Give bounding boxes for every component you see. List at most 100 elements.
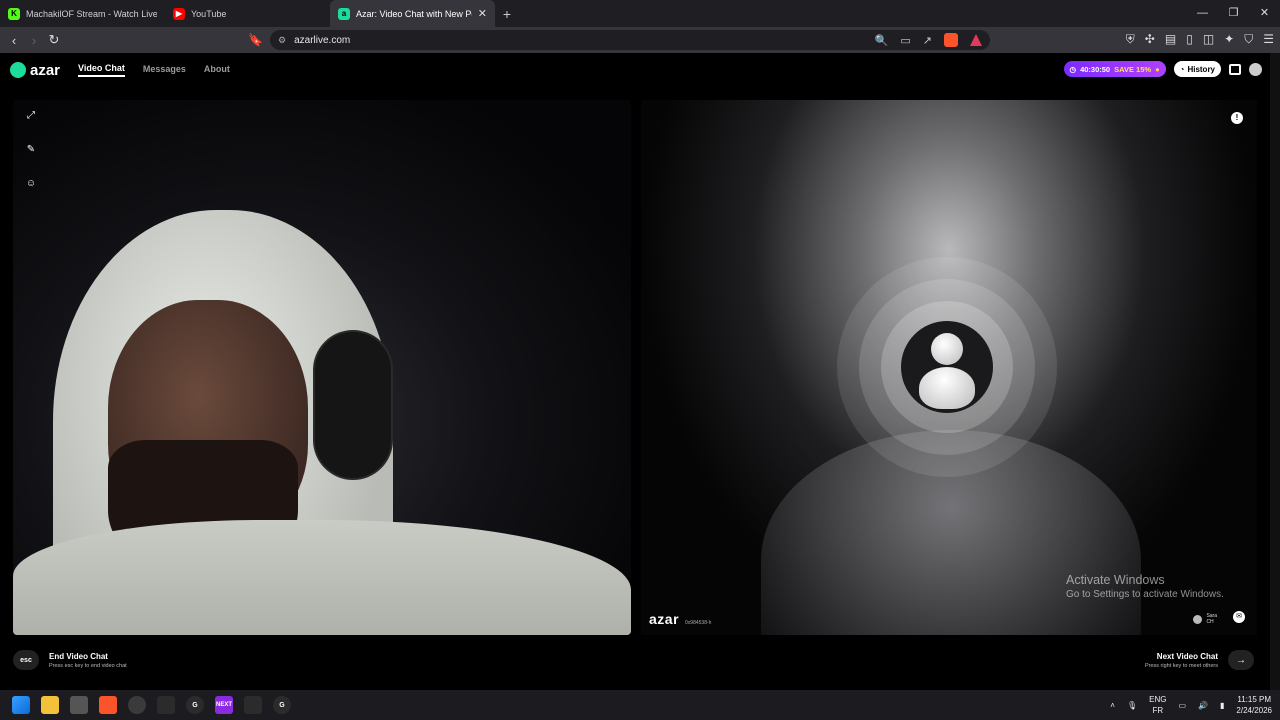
shop-icon[interactable] <box>1229 63 1241 75</box>
tab-title: Azar: Video Chat with New Pe <box>356 8 472 19</box>
network-icon[interactable]: ▭ <box>1178 701 1186 710</box>
wallet-icon[interactable]: ▤ <box>1165 32 1176 47</box>
camera-tools: ⤢ ✎ ☺ <box>25 110 37 190</box>
remote-video: ! azar 0x984538-h Sara CH ✉ <box>641 100 1257 635</box>
site-info-icon[interactable]: ⚙ <box>278 35 286 46</box>
minimize-icon[interactable]: — <box>1187 0 1218 27</box>
battery-icon[interactable]: ▮ <box>1220 701 1224 710</box>
file-explorer-icon[interactable] <box>41 696 59 714</box>
sidebar-icon[interactable]: ▯ <box>1186 32 1193 47</box>
clock-date: 2/24/2026 <box>1236 706 1272 715</box>
end-chat-hint: Press esc key to end video chat <box>49 662 127 669</box>
kick-icon: K <box>8 7 20 20</box>
mic-icon[interactable]: 🎙 <box>1127 701 1137 710</box>
esc-key-badge[interactable]: esc <box>13 650 39 670</box>
nav-video-chat[interactable]: Video Chat <box>78 63 125 77</box>
share-icon[interactable]: ↗ <box>923 34 932 47</box>
window-controls: — ❐ ✕ <box>1187 0 1280 27</box>
gems-icon: ● <box>1155 64 1160 74</box>
magic-wand-icon[interactable]: ✎ <box>25 144 37 156</box>
tab-azar[interactable]: a Azar: Video Chat with New Pe ✕ <box>330 0 495 27</box>
profile-icon[interactable] <box>1249 62 1262 76</box>
zoom-icon[interactable]: 🔍 <box>875 34 889 47</box>
g-app-icon[interactable]: G <box>186 696 204 714</box>
vpn-icon[interactable]: ⛨ <box>1126 32 1135 47</box>
lang-2: FR <box>1152 706 1164 715</box>
bookmark-icon[interactable]: 🔖 <box>248 33 263 47</box>
steam-icon[interactable] <box>244 696 262 714</box>
nav-messages[interactable]: Messages <box>143 64 186 76</box>
watermark-brand: azar <box>649 611 680 627</box>
report-shield-icon[interactable]: ! <box>1231 112 1243 124</box>
camera-feed-headphone <box>313 330 393 480</box>
chrome-icon[interactable] <box>128 696 146 714</box>
restore-icon[interactable]: ❐ <box>1218 0 1249 27</box>
g-app-2-icon[interactable]: G <box>273 696 291 714</box>
watermark: azar 0x984538-h <box>649 611 711 627</box>
new-tab-button[interactable]: + <box>495 6 519 22</box>
end-chat-title: End Video Chat <box>49 651 108 661</box>
tab-youtube[interactable]: ▶ YouTube <box>165 0 330 27</box>
store-icon[interactable] <box>70 696 88 714</box>
brave-icon[interactable] <box>99 696 117 714</box>
next-arrow-icon[interactable]: → <box>1228 650 1254 670</box>
close-window-icon[interactable]: ✕ <box>1249 0 1280 27</box>
forward-icon[interactable]: › <box>24 33 44 48</box>
header-actions: ◷ 40:30:50 SAVE 15% ● ◔ History <box>1063 61 1262 77</box>
shield-icon[interactable]: ⛉ <box>1244 32 1253 47</box>
menu-icon[interactable]: ☰ <box>1263 32 1274 47</box>
brave-rewards-icon[interactable] <box>970 34 982 46</box>
activate-title: Activate Windows <box>1066 573 1165 587</box>
logo-text: azar <box>30 61 61 79</box>
chat-icon[interactable]: ✉ <box>1233 611 1245 623</box>
nav-about[interactable]: About <box>204 64 230 76</box>
tabs-icon[interactable]: ◫ <box>1203 32 1214 47</box>
clock-time: 11:15 PM <box>1237 695 1272 704</box>
end-chat-control[interactable]: esc End Video Chat Press esc key to end … <box>13 650 127 670</box>
tray-chevron-icon[interactable]: ˄ <box>1110 701 1115 710</box>
extensions-icon[interactable]: ✣ <box>1145 32 1155 47</box>
expand-icon[interactable]: ⤢ <box>25 110 37 122</box>
placeholder-avatar-icon <box>901 321 993 413</box>
url-text: azarlive.com <box>294 34 351 46</box>
history-icon: ◔ <box>1179 64 1185 74</box>
peer-avatar <box>1193 614 1203 624</box>
scrollbar[interactable] <box>1270 53 1280 690</box>
tab-kick[interactable]: K MachakilOF Stream - Watch Live on I <box>0 0 165 27</box>
peer-country: CH <box>1206 619 1214 625</box>
tab-title: YouTube <box>191 8 227 19</box>
close-tab-icon[interactable]: ✕ <box>478 7 487 20</box>
promo-timer: 40:30:50 <box>1080 64 1111 74</box>
local-video: ⤢ ✎ ☺ <box>13 100 631 635</box>
language-indicator[interactable]: ENG FR <box>1149 694 1166 716</box>
start-icon[interactable] <box>12 696 30 714</box>
next-chat-hint: Press right key to meet others <box>1144 662 1218 669</box>
volume-icon[interactable]: 🔊 <box>1198 701 1208 710</box>
leo-icon[interactable]: ✦ <box>1224 32 1234 47</box>
back-icon[interactable]: ‹ <box>4 33 24 48</box>
next-chat-title: Next Video Chat <box>1156 651 1218 661</box>
history-label: History <box>1187 64 1215 74</box>
clock[interactable]: 11:15 PM 2/24/2026 <box>1236 694 1272 716</box>
azar-logo[interactable]: azar <box>10 62 60 79</box>
promo-badge[interactable]: ◷ 40:30:50 SAVE 15% ● <box>1063 61 1166 77</box>
taskbar: G NEXT G ˄ 🎙 ENG FR ▭ 🔊 ▮ 11:15 PM 2/24/… <box>0 690 1280 720</box>
tab-title: MachakilOF Stream - Watch Live on I <box>26 8 157 19</box>
app-icon[interactable] <box>157 696 175 714</box>
history-button[interactable]: ◔ History <box>1173 61 1221 77</box>
sticker-icon[interactable]: ☺ <box>25 178 37 190</box>
url-field[interactable]: ⚙ azarlive.com 🔍 ▭ ↗ <box>270 30 990 50</box>
cast-icon[interactable]: ▭ <box>900 34 910 47</box>
camera-feed-sweater <box>13 520 631 635</box>
promo-save: SAVE 15% <box>1114 64 1152 74</box>
lang-1: ENG <box>1149 695 1167 704</box>
browser-tab-bar: K MachakilOF Stream - Watch Live on I ▶ … <box>0 0 1280 27</box>
peer-info[interactable]: Sara CH <box>1193 613 1217 625</box>
reload-icon[interactable]: ↻ <box>44 32 64 48</box>
next-app-icon[interactable]: NEXT <box>215 696 233 714</box>
system-tray: ˄ 🎙 ENG FR ▭ 🔊 ▮ 11:15 PM 2/24/2026 <box>1110 690 1272 720</box>
app-header: azar Video Chat Messages About <box>10 61 230 79</box>
address-bar-row: ‹ › ↻ 🔖 ⚙ azarlive.com 🔍 ▭ ↗ ⛨ ✣ ▤ ▯ ◫ ✦… <box>0 27 1280 53</box>
next-chat-control[interactable]: Next Video Chat Press right key to meet … <box>1145 650 1254 670</box>
brave-shields-icon[interactable] <box>944 33 958 47</box>
